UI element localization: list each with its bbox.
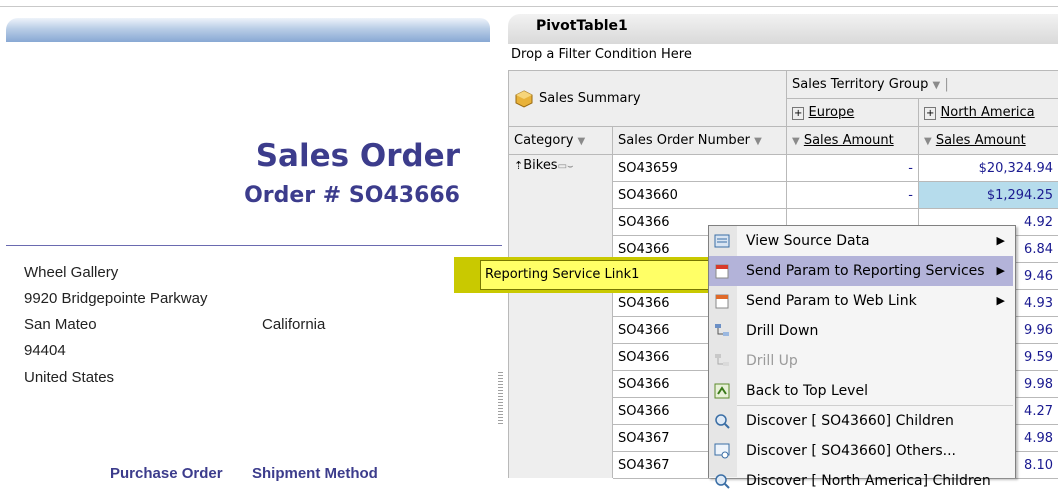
discover-icon bbox=[715, 474, 730, 489]
expand-icon[interactable]: + bbox=[792, 107, 805, 120]
context-menu-item[interactable]: View Source Data ▶ bbox=[709, 226, 1013, 256]
order-number-header[interactable]: Sales Order Number ▼ bbox=[613, 127, 787, 155]
drill-down-icon bbox=[715, 324, 729, 336]
measure-label: Sales Amount bbox=[803, 133, 894, 148]
context-menu-item[interactable]: Drill Down bbox=[709, 316, 1013, 346]
cube-icon bbox=[515, 89, 533, 108]
context-menu-item: Drill Up bbox=[709, 346, 1013, 376]
shipment-method-label: Shipment Method bbox=[252, 465, 378, 482]
sort-icon[interactable]: ▼ bbox=[792, 136, 800, 147]
context-menu-item-label: Drill Down bbox=[746, 323, 819, 339]
view-source-icon bbox=[714, 234, 730, 248]
context-menu-item[interactable]: Discover [ North America] Children bbox=[709, 466, 1013, 496]
back-to-top-icon bbox=[714, 383, 730, 399]
measure-header-north-america[interactable]: ▼ Sales Amount bbox=[919, 127, 1058, 155]
report-title: Sales Order bbox=[255, 138, 460, 174]
category-value[interactable]: Bikes bbox=[523, 158, 557, 173]
submenu-arrow-icon: ▶ bbox=[996, 234, 1005, 247]
context-menu-item[interactable]: Send Param to Reporting Services ▶ bbox=[709, 256, 1013, 286]
top-border bbox=[0, 6, 1058, 7]
divider bbox=[6, 245, 502, 246]
web-link-icon bbox=[715, 294, 729, 309]
cube-label: Sales Summary bbox=[539, 91, 641, 106]
pane-splitter-handle[interactable] bbox=[498, 372, 503, 424]
country: United States bbox=[24, 369, 115, 386]
filter-dropdown-icon[interactable]: ▼ bbox=[578, 136, 586, 147]
member-north-america[interactable]: + North America bbox=[919, 99, 1058, 127]
zip-code: 94404 bbox=[24, 342, 66, 359]
context-menu-item[interactable]: Send Param to Web Link ▶ bbox=[709, 286, 1013, 316]
expand-icon[interactable]: + bbox=[924, 107, 937, 120]
context-menu-item-label: Drill Up bbox=[746, 353, 798, 369]
north-america-value-cell[interactable]: $1,294.25 bbox=[919, 182, 1058, 209]
member-europe[interactable]: + Europe bbox=[787, 99, 919, 127]
context-menu-item[interactable]: Discover [ SO43660] Others... bbox=[709, 436, 1013, 466]
discover-icon bbox=[715, 414, 730, 429]
city: San Mateo bbox=[24, 316, 97, 333]
column-dimension-header[interactable]: Sales Territory Group ▼ | bbox=[787, 71, 1058, 99]
category-header-label: Category bbox=[514, 133, 574, 148]
sort-icon[interactable]: ▼ bbox=[924, 136, 932, 147]
measure-header-europe[interactable]: ▼ Sales Amount bbox=[787, 127, 919, 155]
filter-dropdown-icon[interactable]: ▼ bbox=[932, 80, 940, 91]
customer-name: Wheel Gallery bbox=[24, 264, 119, 281]
context-menu-item-label: Discover [ North America] Children bbox=[746, 473, 991, 489]
europe-value-cell[interactable]: - bbox=[787, 182, 919, 209]
column-dimension-label: Sales Territory Group bbox=[792, 77, 929, 92]
order-number-cell[interactable]: SO43660 bbox=[613, 182, 787, 209]
europe-value-cell[interactable]: - bbox=[787, 155, 919, 182]
context-menu-item-label: Send Param to Reporting Services bbox=[746, 263, 985, 279]
order-number: Order # SO43666 bbox=[244, 183, 460, 208]
submenu-arrow-icon: ▶ bbox=[996, 294, 1005, 307]
reporting-services-icon bbox=[715, 264, 729, 279]
category-cell[interactable]: ⇡Bikes▭⌣ bbox=[509, 155, 613, 478]
context-menu-item-label: View Source Data bbox=[746, 233, 870, 249]
street-address: 9920 Bridgepointe Parkway bbox=[24, 290, 208, 307]
category-header[interactable]: Category ▼ bbox=[509, 127, 613, 155]
member-europe-label[interactable]: Europe bbox=[809, 105, 855, 120]
order-number-header-label: Sales Order Number bbox=[618, 133, 751, 148]
pivot-title: PivotTable1 bbox=[536, 18, 628, 34]
filter-dropdown-icon[interactable]: ▼ bbox=[754, 136, 762, 147]
context-menu-item-label: Discover [ SO43660] Others... bbox=[746, 443, 956, 459]
cube-header: Sales Summary bbox=[509, 71, 787, 127]
measure-label: Sales Amount bbox=[935, 133, 1026, 148]
state: California bbox=[262, 316, 326, 333]
discover-others-icon bbox=[714, 443, 730, 459]
context-menu-item[interactable]: Discover [ SO43660] Children bbox=[709, 406, 1013, 436]
report-header-bar bbox=[6, 18, 490, 42]
purchase-order-label: Purchase Order bbox=[110, 465, 223, 482]
submenu-arrow-icon: ▶ bbox=[996, 264, 1005, 277]
order-number-cell[interactable]: SO43659 bbox=[613, 155, 787, 182]
context-menu-item-label: Back to Top Level bbox=[746, 383, 868, 399]
north-america-value-cell[interactable]: $20,324.94 bbox=[919, 155, 1058, 182]
context-menu-item-label: Discover [ SO43660] Children bbox=[746, 413, 954, 429]
reporting-service-link-item[interactable]: Reporting Service Link1 bbox=[480, 260, 709, 290]
drill-up-icon bbox=[715, 354, 729, 366]
context-menu-item-label: Send Param to Web Link bbox=[746, 293, 917, 309]
filter-drop-zone[interactable]: Drop a Filter Condition Here bbox=[511, 47, 692, 62]
context-menu-item[interactable]: Back to Top Level bbox=[709, 376, 1013, 406]
member-north-america-label[interactable]: North America bbox=[941, 105, 1035, 120]
